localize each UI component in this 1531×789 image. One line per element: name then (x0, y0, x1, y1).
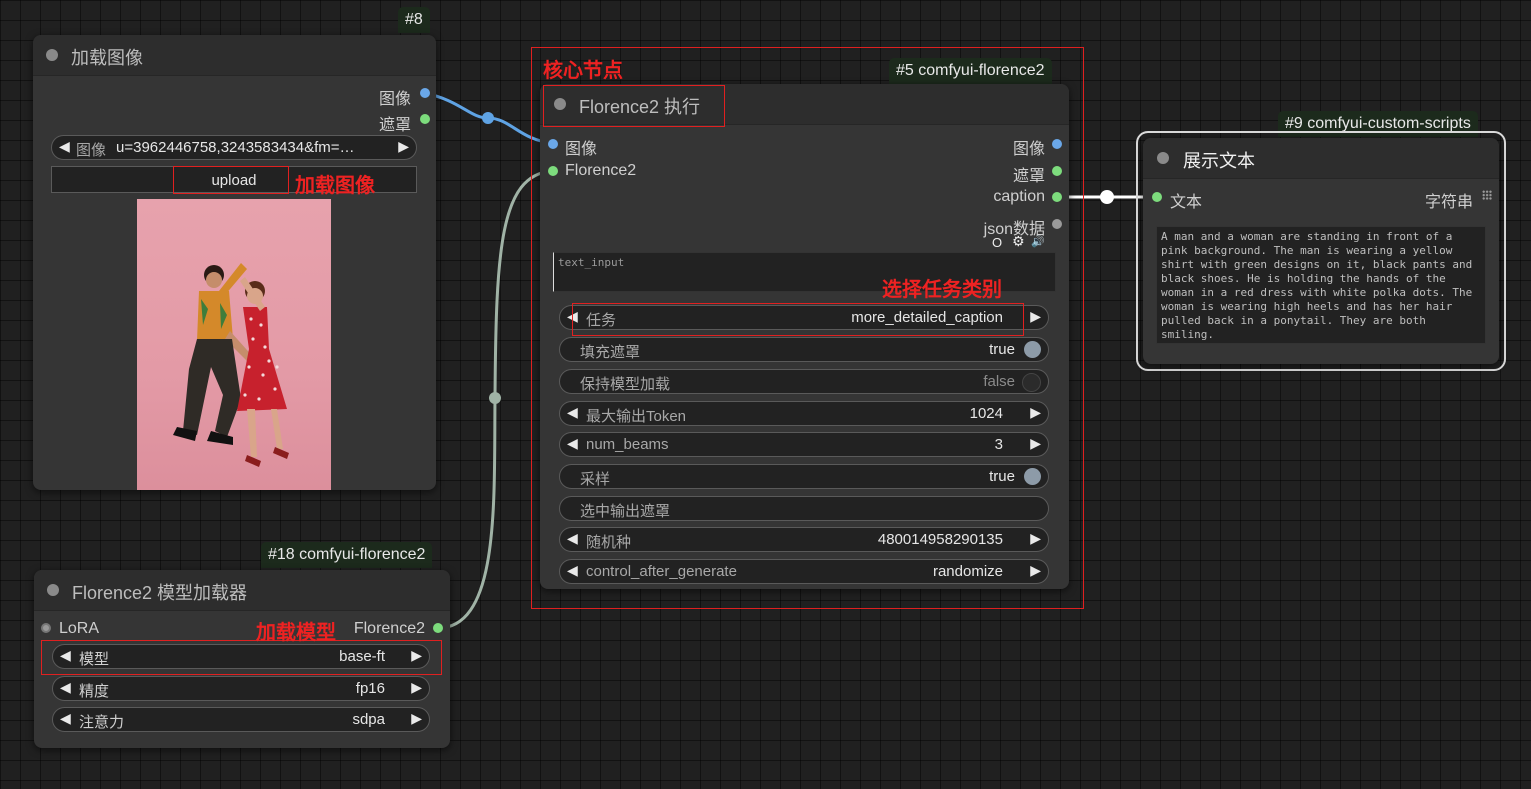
collapse-dot-icon[interactable] (1157, 152, 1169, 164)
left-arrow-icon[interactable]: ◀ (59, 138, 70, 155)
node-title: 展示文本 (1183, 151, 1255, 171)
output-florence2-label: Florence2 (353, 620, 425, 637)
input-lora-slot[interactable] (41, 623, 51, 633)
widget-label: 注意力 (79, 714, 125, 731)
output-mask-label: 遮罩 (378, 117, 411, 134)
output-florence2-slot[interactable] (433, 623, 443, 633)
model-link-midpoint (489, 392, 501, 404)
model-loader-node-badge: #18 comfyui-florence2 (261, 542, 433, 568)
widget-value: u=3962446758,3243583434&fm=… (116, 139, 355, 156)
load-image-node-title-bar[interactable]: 加载图像 (33, 35, 436, 76)
collapse-dot-icon[interactable] (47, 584, 59, 596)
load-image-node[interactable]: 加载图像 图像 遮罩 ◀ 图像 u=3962446758,3243583434&… (33, 35, 436, 490)
image-select-widget[interactable]: ◀ 图像 u=3962446758,3243583434&fm=… ▶ (51, 135, 417, 160)
caption-link-midpoint (1100, 190, 1114, 204)
model-loader-node-title-bar[interactable]: Florence2 模型加载器 (34, 570, 450, 611)
right-arrow-icon[interactable]: ▶ (398, 138, 409, 155)
task-annotation-box (572, 303, 1024, 336)
widget-label: 精度 (79, 683, 110, 700)
input-text-slot[interactable] (1152, 192, 1162, 202)
node-title: Florence2 模型加载器 (72, 583, 248, 603)
florence-title-annotation-box (543, 85, 725, 127)
display-text-area[interactable]: A man and a woman are standing in front … (1156, 226, 1486, 344)
left-arrow-icon[interactable]: ◀ (60, 710, 71, 727)
widget-value: fp16 (355, 680, 385, 697)
attention-widget[interactable]: ◀ 注意力 sdpa ▶ (52, 707, 430, 732)
right-arrow-icon[interactable]: ▶ (411, 710, 422, 727)
output-mask-slot[interactable] (420, 114, 430, 124)
image-preview (137, 199, 331, 490)
widget-label: 图像 (76, 142, 107, 159)
output-string-label: 字符串 (1424, 194, 1473, 211)
upload-annotation-box (173, 166, 289, 194)
load-model-annotation: 加载模型 (256, 622, 336, 644)
input-text-label: 文本 (1170, 194, 1203, 211)
widget-value: sdpa (352, 711, 385, 728)
show-text-node-title-bar[interactable]: 展示文本 (1143, 138, 1499, 179)
show-text-node[interactable]: 展示文本 文本 字符串 A man and a woman are standi… (1143, 138, 1499, 364)
precision-widget[interactable]: ◀ 精度 fp16 ▶ (52, 676, 430, 701)
select-task-annotation: 选择任务类别 (882, 279, 1002, 301)
left-arrow-icon[interactable]: ◀ (60, 679, 71, 696)
load-image-node-badge: #8 (398, 7, 430, 33)
output-image-slot[interactable] (420, 88, 430, 98)
dancing-couple-photo (173, 263, 289, 467)
input-lora-label: LoRA (59, 620, 100, 637)
grid-slot-icon[interactable] (1482, 190, 1492, 200)
image-link-midpoint (482, 112, 494, 124)
collapse-dot-icon[interactable] (46, 49, 58, 61)
load-image-annotation: 加载图像 (295, 175, 375, 197)
right-arrow-icon[interactable]: ▶ (411, 679, 422, 696)
core-node-annotation: 核心节点 (543, 60, 623, 82)
node-title: 加载图像 (71, 48, 143, 68)
model-annotation-box (41, 640, 442, 675)
output-image-label: 图像 (378, 91, 411, 108)
